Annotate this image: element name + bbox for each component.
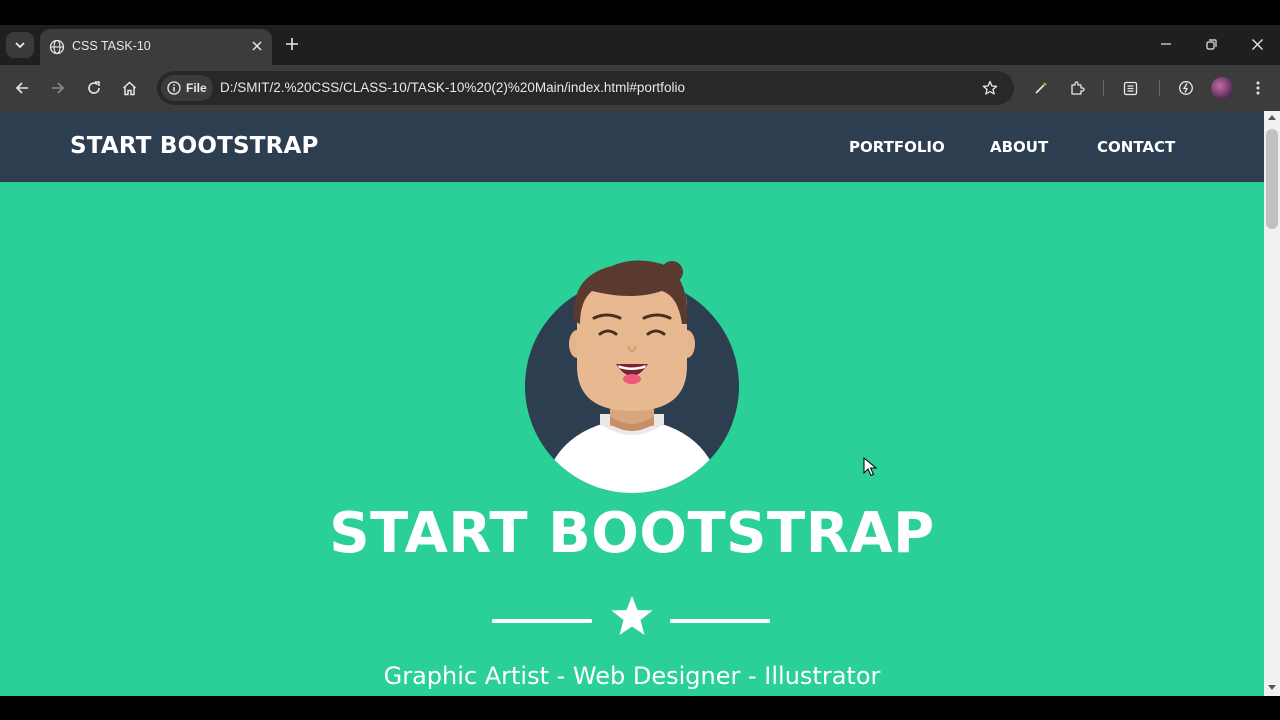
close-icon <box>252 41 262 51</box>
hero-title: START BOOTSTRAP <box>329 501 935 566</box>
scroll-down-arrow[interactable] <box>1268 685 1276 690</box>
star-outline-icon <box>982 80 998 95</box>
close-window-button[interactable] <box>1246 33 1268 55</box>
divider-line-left <box>492 619 592 623</box>
star-icon <box>611 596 653 635</box>
pen-icon <box>1035 82 1047 94</box>
nav-link-portfolio[interactable]: PORTFOLIO <box>849 138 945 156</box>
profile-avatar[interactable] <box>1211 77 1233 99</box>
toolbar-separator <box>1103 80 1104 96</box>
scroll-up-arrow[interactable] <box>1268 115 1276 120</box>
restore-icon <box>1205 38 1217 50</box>
toolbar-separator <box>1159 80 1160 96</box>
plus-icon <box>286 38 298 50</box>
close-icon <box>1251 38 1263 50</box>
extensions-button[interactable] <box>1066 77 1088 99</box>
eyedropper-extension-button[interactable] <box>1030 77 1052 99</box>
minimize-button[interactable] <box>1155 33 1177 55</box>
page-viewport: START BOOTSTRAP PORTFOLIO ABOUT CONTACT … <box>0 111 1264 696</box>
scroll-thumb[interactable] <box>1266 129 1278 229</box>
back-button[interactable] <box>11 77 33 99</box>
site-chip-label: File <box>186 81 207 95</box>
restore-button[interactable] <box>1200 33 1222 55</box>
more-vertical-icon <box>1256 81 1260 95</box>
browser-tab[interactable]: CSS TASK-10 <box>40 29 272 65</box>
mouse-cursor-icon <box>863 457 877 477</box>
reload-icon <box>88 81 100 94</box>
site-info-chip[interactable]: File <box>161 75 213 101</box>
nav-link-about[interactable]: ABOUT <box>990 138 1048 156</box>
chevron-down-icon <box>15 42 25 49</box>
puzzle-icon <box>1071 81 1085 95</box>
video-letterbox-top <box>0 0 1280 25</box>
speed-icon <box>1179 81 1193 95</box>
sidebar-icon <box>1123 81 1137 95</box>
site-navbar: START BOOTSTRAP PORTFOLIO ABOUT CONTACT <box>0 111 1264 182</box>
performance-button[interactable] <box>1175 77 1197 99</box>
browser-menu-button[interactable] <box>1247 77 1269 99</box>
video-letterbox-bottom <box>0 696 1280 720</box>
url-text[interactable]: D:/SMIT/2.%20CSS/CLASS-10/TASK-10%20(2)%… <box>220 80 685 95</box>
info-icon <box>167 81 181 95</box>
forward-button[interactable] <box>47 77 69 99</box>
address-bar[interactable]: File D:/SMIT/2.%20CSS/CLASS-10/TASK-10%2… <box>157 71 1014 105</box>
tab-search-button[interactable] <box>6 32 34 58</box>
divider-line-right <box>670 619 770 623</box>
reload-button[interactable] <box>83 77 105 99</box>
arrow-left-icon <box>15 82 28 94</box>
hero-subtitle: Graphic Artist - Web Designer - Illustra… <box>383 662 881 690</box>
tab-title: CSS TASK-10 <box>72 39 151 53</box>
home-button[interactable] <box>118 77 140 99</box>
browser-tab-strip: CSS TASK-10 <box>0 25 1280 65</box>
reading-list-button[interactable] <box>1119 77 1141 99</box>
bookmark-button[interactable] <box>979 77 1001 99</box>
globe-icon <box>49 39 65 55</box>
page-scrollbar[interactable] <box>1264 111 1280 696</box>
hero-avatar-image <box>525 260 739 493</box>
home-icon <box>122 80 136 95</box>
browser-toolbar: File D:/SMIT/2.%20CSS/CLASS-10/TASK-10%2… <box>0 65 1280 111</box>
new-tab-button[interactable] <box>282 34 302 54</box>
tab-close-button[interactable] <box>248 37 266 55</box>
minimize-icon <box>1161 43 1171 45</box>
site-brand[interactable]: START BOOTSTRAP <box>70 133 319 159</box>
nav-link-contact[interactable]: CONTACT <box>1097 138 1175 156</box>
arrow-right-icon <box>52 82 65 94</box>
